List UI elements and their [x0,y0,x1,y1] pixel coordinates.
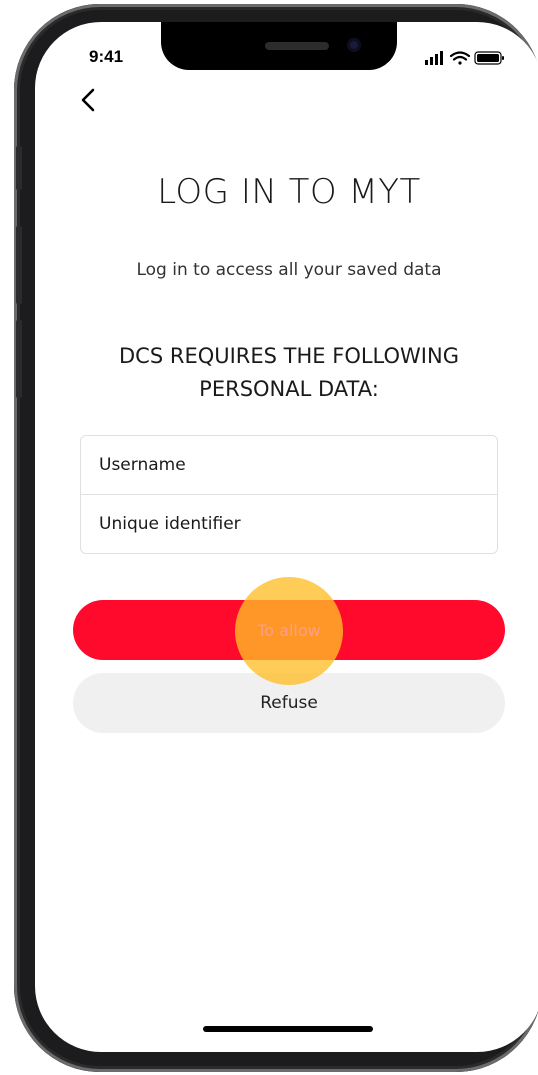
volume-up-button [16,226,22,304]
volume-down-button [16,320,22,398]
phone-screen: 9:41 LOG IN TO MYT Log in to access all … [35,22,538,1052]
refuse-button-label: Refuse [260,693,318,713]
allow-button-label: To allow [257,620,321,640]
battery-icon [474,51,504,65]
speaker-grille [265,42,329,50]
front-camera-icon [347,38,361,52]
mute-switch [16,146,22,190]
page-title: LOG IN TO MYT [157,172,421,212]
wifi-icon [449,51,471,65]
personal-data-list: Username Unique identifier [80,435,498,554]
signal-icon [425,51,443,65]
notch [161,22,397,70]
list-item-username: Username [99,455,186,475]
page-subtitle: Log in to access all your saved data [136,260,442,280]
home-indicator[interactable] [203,1026,373,1032]
chevron-left-icon[interactable] [77,84,101,116]
status-time: 9:41 [89,47,124,66]
status-icons [425,51,504,65]
list-item-unique-identifier: Unique identifier [81,494,497,552]
permissions-heading: DCS REQUIRES THE FOLLOWING PERSONAL DATA… [119,344,459,401]
